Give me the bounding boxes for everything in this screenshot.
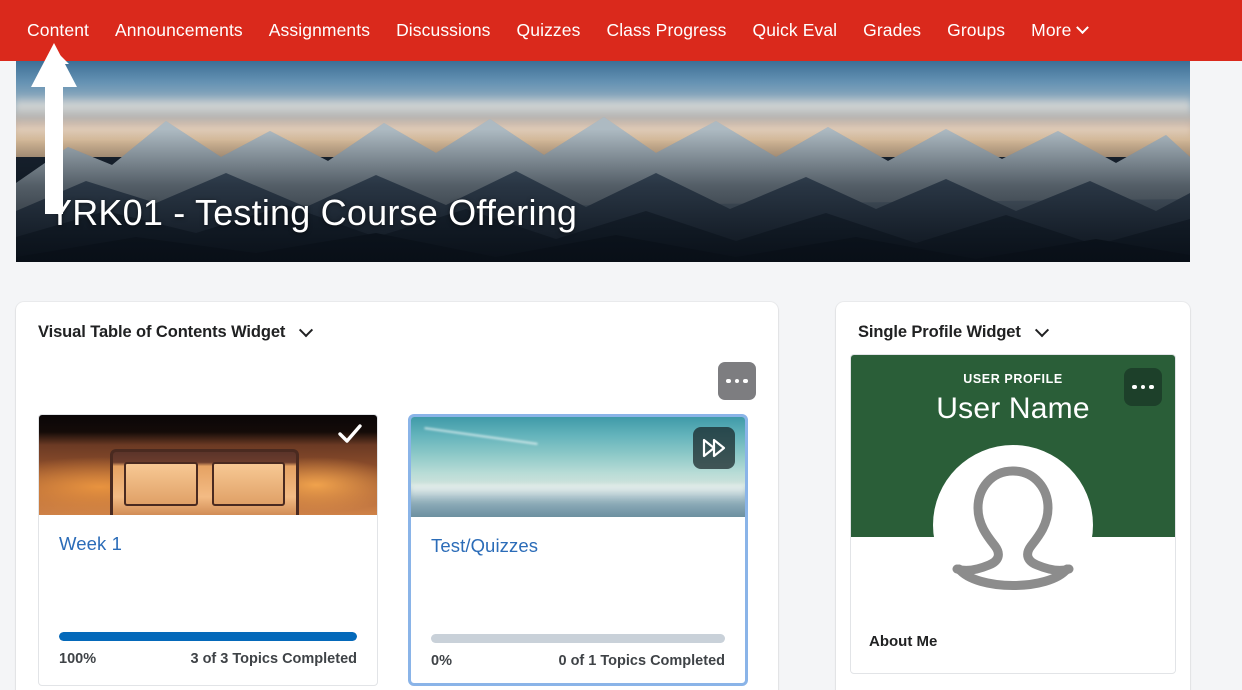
user-silhouette-icon xyxy=(952,466,1074,590)
nav-item-label: Announcements xyxy=(115,19,243,40)
ellipsis-icon-dot xyxy=(1149,384,1154,390)
progress-labels: 100% 3 of 3 Topics Completed xyxy=(59,651,357,667)
progress-percent-label: 100% xyxy=(59,651,97,667)
course-banner: YRK01 - Testing Course Offering xyxy=(16,61,1190,262)
nav-item-label: More xyxy=(1031,19,1072,40)
nav-item-label: Class Progress xyxy=(606,19,727,40)
nav-item-label: Quizzes xyxy=(516,19,581,40)
progress-labels: 0% 0 of 1 Topics Completed xyxy=(431,653,725,669)
widgets-row: Visual Table of Contents Widget Week 1 1… xyxy=(16,302,1190,690)
fast-forward-button[interactable] xyxy=(693,427,735,469)
module-card-title-link[interactable]: Test/Quizzes xyxy=(431,535,725,557)
vtoc-widget-header: Visual Table of Contents Widget xyxy=(16,302,778,350)
ellipsis-icon-dot xyxy=(743,378,748,384)
nav-item-assignments[interactable]: Assignments xyxy=(256,14,383,48)
nav-item-more[interactable]: More xyxy=(1018,14,1100,48)
vtoc-widget-body: Week 1 100% 3 of 3 Topics Completed Test… xyxy=(16,350,778,690)
module-card-image-detail xyxy=(424,427,538,445)
module-card-week-1[interactable]: Week 1 100% 3 of 3 Topics Completed xyxy=(38,414,378,686)
ellipsis-icon-dot xyxy=(1132,384,1137,390)
nav-item-grades[interactable]: Grades xyxy=(850,14,934,48)
module-card-body: Test/Quizzes 0% 0 of 1 Topics Completed xyxy=(411,517,745,683)
ellipsis-icon-dot xyxy=(734,378,740,384)
module-card-test-quizzes[interactable]: Test/Quizzes 0% 0 of 1 Topics Completed xyxy=(408,414,748,686)
nav-item-label: Content xyxy=(27,19,89,40)
nav-item-label: Grades xyxy=(863,19,922,40)
module-card-image xyxy=(411,417,745,517)
module-card-progress: 0% 0 of 1 Topics Completed xyxy=(431,634,725,669)
checkmark-icon xyxy=(338,424,362,443)
module-card-image-detail xyxy=(109,449,300,515)
ellipsis-icon-dot xyxy=(1140,384,1146,390)
profile-options-button[interactable] xyxy=(1124,368,1162,406)
nav-item-label: Discussions xyxy=(396,19,491,40)
nav-item-content[interactable]: Content xyxy=(14,14,102,48)
about-me-heading: About Me xyxy=(869,633,938,650)
nav-item-label: Groups xyxy=(947,19,1006,40)
profile-widget-header: Single Profile Widget xyxy=(836,302,1190,350)
chevron-down-icon[interactable] xyxy=(1034,322,1049,337)
single-profile-widget: Single Profile Widget USER PROFILE User … xyxy=(836,302,1190,690)
module-card-title-link[interactable]: Week 1 xyxy=(59,533,357,555)
nav-item-discussions[interactable]: Discussions xyxy=(383,14,503,48)
visual-table-of-contents-widget: Visual Table of Contents Widget Week 1 1… xyxy=(16,302,778,690)
fast-forward-icon xyxy=(702,438,726,458)
avatar xyxy=(933,445,1093,605)
module-card-progress: 100% 3 of 3 Topics Completed xyxy=(59,632,357,667)
nav-item-class-progress[interactable]: Class Progress xyxy=(593,14,739,48)
profile-widget-title: Single Profile Widget xyxy=(858,323,1021,341)
module-card-list: Week 1 100% 3 of 3 Topics Completed Test… xyxy=(38,354,756,686)
nav-item-label: Assignments xyxy=(268,19,371,40)
vtoc-options-button[interactable] xyxy=(718,362,756,400)
course-navbar: Content Announcements Assignments Discus… xyxy=(0,0,1242,61)
profile-widget-body: USER PROFILE User Name About Me xyxy=(836,350,1190,690)
course-title: YRK01 - Testing Course Offering xyxy=(48,192,578,233)
nav-item-quizzes[interactable]: Quizzes xyxy=(504,14,594,48)
nav-item-announcements[interactable]: Announcements xyxy=(102,14,256,48)
chevron-down-icon[interactable] xyxy=(299,322,314,337)
user-profile-card: USER PROFILE User Name About Me xyxy=(850,354,1176,674)
vtoc-widget-title: Visual Table of Contents Widget xyxy=(38,323,286,341)
module-card-body: Week 1 100% 3 of 3 Topics Completed xyxy=(39,515,377,681)
course-home-page: YRK01 - Testing Course Offering Visual T… xyxy=(0,43,1242,690)
progress-bar-track xyxy=(431,634,725,643)
progress-percent-label: 0% xyxy=(431,653,452,669)
ellipsis-icon-dot xyxy=(726,378,731,384)
topics-completed-label: 3 of 3 Topics Completed xyxy=(190,651,357,667)
progress-bar-fill xyxy=(59,632,357,641)
progress-bar-track xyxy=(59,632,357,641)
topics-completed-label: 0 of 1 Topics Completed xyxy=(558,653,725,669)
nav-item-quick-eval[interactable]: Quick Eval xyxy=(740,14,851,48)
nav-item-groups[interactable]: Groups xyxy=(934,14,1018,48)
module-card-image xyxy=(39,415,377,515)
nav-item-label: Quick Eval xyxy=(752,19,838,40)
chevron-down-icon xyxy=(1076,21,1090,35)
